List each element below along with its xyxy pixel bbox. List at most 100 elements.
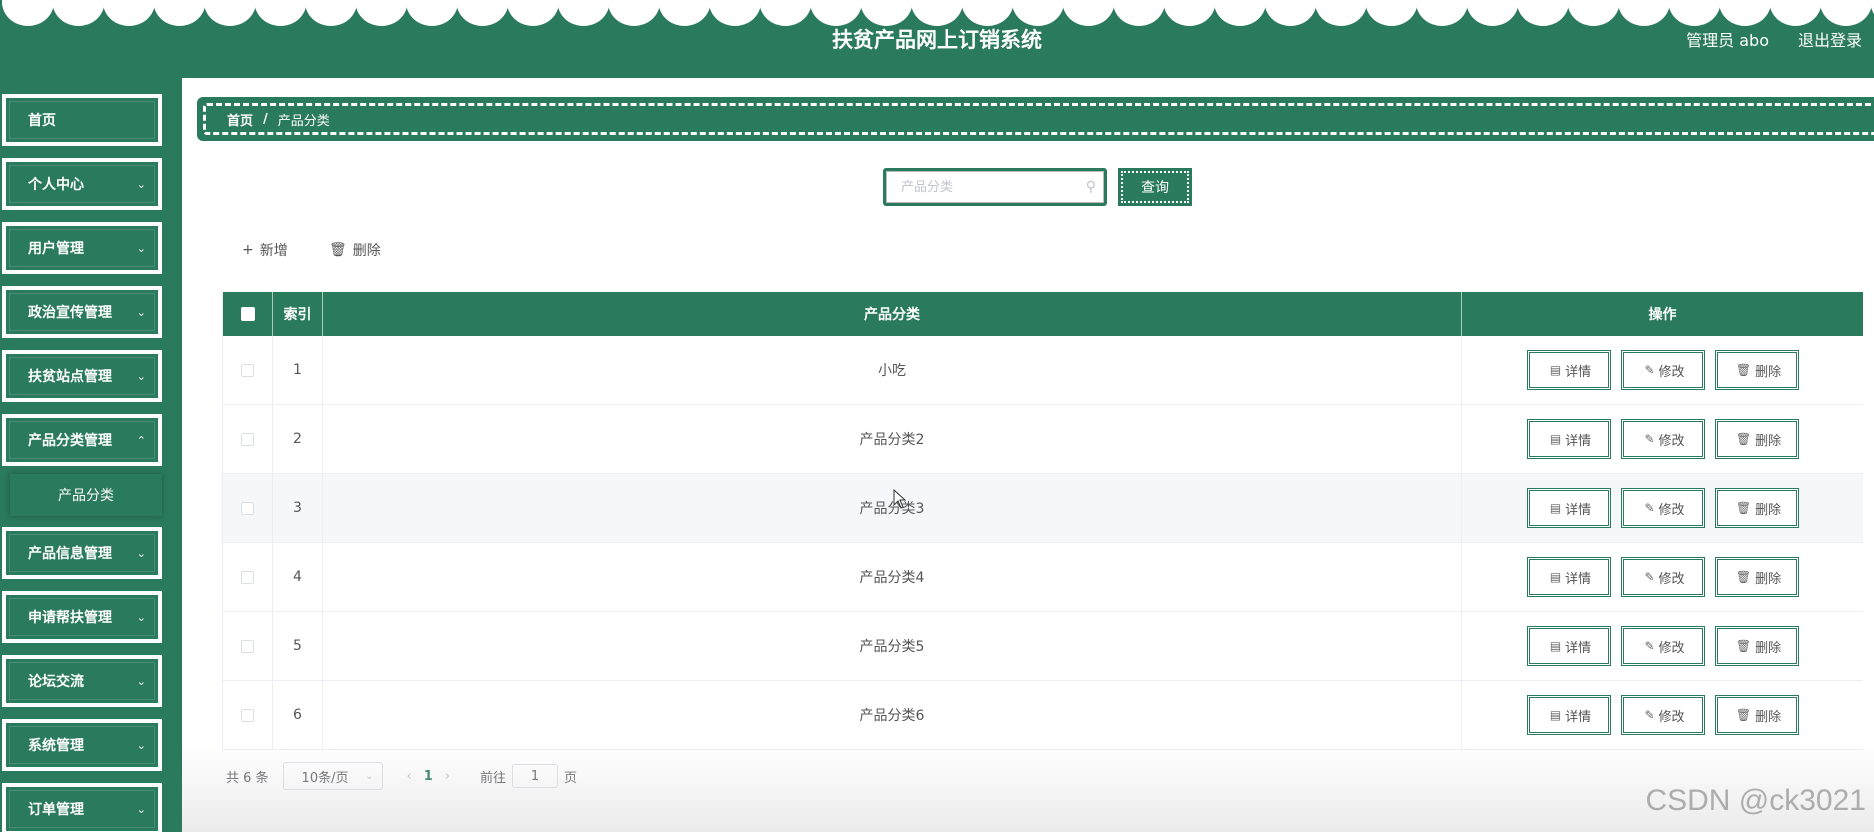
detail-button[interactable]: ▤ 详情: [1526, 695, 1611, 735]
scallop-shape: [1820, 0, 1872, 26]
row-actions: ▤ 详情 ✎ 修改 🗑 删除: [1462, 543, 1863, 611]
sidebar-item-help-application[interactable]: 申请帮扶管理 ⌄: [2, 591, 162, 643]
row-select-cell: [223, 612, 273, 680]
page-number[interactable]: 1: [424, 769, 433, 784]
edit-button[interactable]: ✎ 修改: [1620, 557, 1705, 597]
search-icon: ⚲: [1085, 179, 1096, 195]
detail-button[interactable]: ▤ 详情: [1526, 419, 1611, 459]
row-index: 6: [273, 681, 323, 749]
scallop-shape: [1062, 0, 1115, 26]
goto-page-input[interactable]: [512, 764, 559, 788]
detail-button[interactable]: ▤ 详情: [1526, 626, 1611, 666]
row-select-cell: [223, 336, 273, 404]
scallop-shape: [860, 0, 913, 26]
delete-button[interactable]: 🗑 删除: [1714, 626, 1799, 666]
sidebar-item-poverty-station[interactable]: 扶贫站点管理 ⌄: [2, 350, 162, 402]
sidebar-item-label: 首页: [28, 113, 56, 129]
detail-button[interactable]: ▤ 详情: [1526, 350, 1611, 390]
plus-icon: +: [242, 242, 254, 258]
chevron-down-icon: ⌄: [136, 177, 146, 191]
row-actions: ▤ 详情 ✎ 修改 🗑 删除: [1462, 612, 1863, 680]
chevron-down-icon: ⌄: [136, 738, 146, 752]
scallop-shape: [658, 0, 711, 26]
delete-label: 删除: [1755, 709, 1782, 725]
delete-button[interactable]: 🗑 删除: [1714, 488, 1799, 528]
row-checkbox[interactable]: [241, 501, 254, 515]
sidebar-item-product-info[interactable]: 产品信息管理 ⌄: [2, 527, 162, 579]
scallop-shape: [1214, 0, 1266, 26]
delete-label: 删除: [1755, 364, 1782, 380]
column-header-category: 产品分类: [323, 292, 1462, 336]
page-size-select[interactable]: 10条/页 ⌄: [282, 762, 383, 790]
sidebar-item-home[interactable]: 首页: [2, 94, 162, 146]
scallop-shape: [608, 0, 660, 26]
table-row[interactable]: 5 产品分类5 ▤ 详情 ✎ 修改 🗑 删除: [223, 612, 1863, 681]
delete-button[interactable]: 🗑 删除: [1714, 695, 1799, 735]
table-row[interactable]: 6 产品分类6 ▤ 详情 ✎ 修改 🗑 删除: [223, 681, 1863, 750]
detail-button[interactable]: ▤ 详情: [1526, 488, 1611, 528]
scallop-shape: [153, 0, 206, 26]
breadcrumb-home[interactable]: 首页: [227, 110, 253, 129]
row-checkbox[interactable]: [241, 570, 254, 584]
trash-icon: 🗑: [1735, 501, 1752, 515]
app-title: 扶贫产品网上订销系统: [832, 28, 1042, 52]
next-page-icon[interactable]: ›: [445, 769, 450, 784]
prev-page-icon[interactable]: ‹: [407, 769, 412, 784]
table-row[interactable]: 1 小吃 ▤ 详情 ✎ 修改 🗑 删除: [223, 336, 1863, 405]
scallop-shape: [1719, 0, 1771, 26]
batch-delete-button[interactable]: 🗑 删除: [329, 238, 381, 262]
detail-label: 详情: [1565, 433, 1592, 449]
scallop-shape: [1567, 0, 1620, 26]
select-all-checkbox[interactable]: [240, 307, 255, 321]
sidebar: 首页 个人中心 ⌄ 用户管理 ⌄ 政治宣传管理 ⌄ 扶贫站点管理 ⌄ 产品分类管…: [0, 78, 182, 832]
sidebar-item-system-management[interactable]: 系统管理 ⌄: [2, 719, 162, 771]
sidebar-item-label: 个人中心: [28, 177, 84, 193]
sidebar-item-forum[interactable]: 论坛交流 ⌄: [2, 655, 162, 707]
document-icon: ▤: [1549, 363, 1562, 377]
delete-button[interactable]: 🗑 删除: [1714, 557, 1799, 597]
scallop-shape: [1264, 0, 1317, 26]
row-actions: ▤ 详情 ✎ 修改 🗑 删除: [1462, 681, 1863, 749]
edit-button[interactable]: ✎ 修改: [1620, 695, 1705, 735]
scallop-shape: [709, 0, 761, 26]
row-checkbox[interactable]: [241, 363, 254, 377]
edit-button[interactable]: ✎ 修改: [1620, 488, 1705, 528]
table-row[interactable]: 4 产品分类4 ▤ 详情 ✎ 修改 🗑 删除: [223, 543, 1863, 612]
delete-button[interactable]: 🗑 删除: [1714, 350, 1799, 390]
row-checkbox[interactable]: [241, 639, 254, 653]
delete-button[interactable]: 🗑 删除: [1714, 419, 1799, 459]
edit-button[interactable]: ✎ 修改: [1620, 419, 1705, 459]
row-index: 3: [273, 474, 323, 542]
edit-button[interactable]: ✎ 修改: [1620, 350, 1705, 390]
delete-label: 删除: [1755, 433, 1782, 449]
trash-icon: 🗑: [1735, 363, 1752, 377]
add-button[interactable]: + 新增: [242, 238, 288, 262]
row-checkbox[interactable]: [241, 708, 254, 722]
sidebar-item-personal-center[interactable]: 个人中心 ⌄: [2, 158, 162, 210]
pencil-icon: ✎: [1644, 363, 1655, 377]
row-select-cell: [223, 681, 273, 749]
edit-label: 修改: [1658, 571, 1685, 587]
logout-link[interactable]: 退出登录: [1798, 27, 1862, 51]
search-input[interactable]: [886, 171, 1104, 203]
sidebar-item-user-management[interactable]: 用户管理 ⌄: [2, 222, 162, 274]
row-checkbox[interactable]: [241, 432, 254, 446]
sidebar-item-politics-publicity[interactable]: 政治宣传管理 ⌄: [2, 286, 162, 338]
edit-label: 修改: [1658, 709, 1685, 725]
detail-label: 详情: [1565, 364, 1592, 380]
row-select-cell: [223, 474, 273, 542]
sidebar-subitem-product-category[interactable]: 产品分类: [10, 474, 162, 516]
sidebar-item-label: 产品信息管理: [28, 546, 112, 562]
sidebar-item-order-management[interactable]: 订单管理 ⌄: [2, 783, 162, 832]
chevron-down-icon: ⌄: [136, 674, 146, 688]
table-row[interactable]: 3 产品分类3 ▤ 详情 ✎ 修改 🗑 删除: [223, 474, 1863, 543]
table-row[interactable]: 2 产品分类2 ▤ 详情 ✎ 修改 🗑 删除: [223, 405, 1863, 474]
edit-button[interactable]: ✎ 修改: [1620, 626, 1705, 666]
sidebar-item-product-category[interactable]: 产品分类管理 ⌃: [2, 414, 162, 466]
query-button[interactable]: 查询: [1118, 168, 1192, 206]
sidebar-item-label: 用户管理: [28, 241, 84, 257]
add-button-label: 新增: [259, 243, 288, 259]
detail-button[interactable]: ▤ 详情: [1526, 557, 1611, 597]
edit-label: 修改: [1658, 433, 1685, 449]
batch-delete-label: 删除: [352, 243, 381, 259]
